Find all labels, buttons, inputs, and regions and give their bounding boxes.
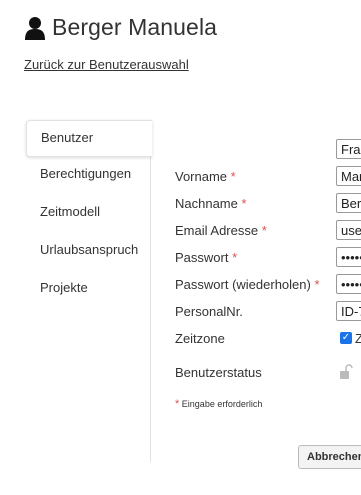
tab-divider (150, 157, 151, 462)
personal-nr-input[interactable]: ID-7 (336, 301, 361, 321)
timezone-checkbox-text: Z (355, 331, 361, 346)
user-icon (25, 16, 45, 40)
salutation-select[interactable]: Fra (336, 139, 361, 159)
unlock-icon[interactable] (339, 364, 353, 380)
email-row: Email Adresse * user (175, 220, 361, 242)
last-name-label: Nachname * (175, 196, 247, 211)
email-label: Email Adresse * (175, 223, 267, 238)
status-label: Benutzerstatus (175, 365, 262, 380)
status-row: Benutzerstatus (175, 362, 361, 384)
password-row: Passwort * ••••• (175, 247, 361, 269)
personal-nr-row: PersonalNr. ID-7 (175, 301, 361, 323)
back-to-user-selection-link[interactable]: Zurück zur Benutzerauswahl (24, 57, 189, 72)
personal-nr-label: PersonalNr. (175, 304, 243, 319)
cancel-button[interactable]: Abbrechen (298, 445, 361, 469)
page-title: Berger Manuela (52, 14, 218, 40)
salutation-row: Fra (175, 139, 361, 161)
first-name-label: Vorname * (175, 169, 236, 184)
first-name-row: Vorname * Mar (175, 166, 361, 188)
timezone-checkbox[interactable]: ✓ (340, 332, 352, 344)
tab-list: Benutzer Berechtigungen Zeitmodell Urlau… (26, 120, 152, 309)
page-header: Berger Manuela (24, 14, 217, 41)
password-repeat-label: Passwort (wiederholen) * (175, 277, 320, 292)
password-repeat-input[interactable]: ••••• (336, 274, 361, 294)
tab-zeitmodell[interactable]: Zeitmodell (26, 195, 152, 233)
password-repeat-row: Passwort (wiederholen) * ••••• (175, 274, 361, 296)
password-label: Passwort * (175, 250, 238, 265)
password-input[interactable]: ••••• (336, 247, 361, 267)
tab-benutzer[interactable]: Benutzer (26, 120, 152, 157)
last-name-row: Nachname * Berg (175, 193, 361, 215)
required-note: * Eingabe erforderlich (175, 398, 263, 410)
first-name-input[interactable]: Mar (336, 166, 361, 186)
email-input[interactable]: user (336, 220, 361, 240)
tab-urlaubsanspruch[interactable]: Urlaubsanspruch (26, 233, 152, 271)
tab-projekte[interactable]: Projekte (26, 271, 152, 309)
tab-berechtigungen[interactable]: Berechtigungen (26, 157, 152, 195)
timezone-row: Zeitzone ✓ Z (175, 328, 361, 350)
timezone-label: Zeitzone (175, 331, 225, 346)
last-name-input[interactable]: Berg (336, 193, 361, 213)
